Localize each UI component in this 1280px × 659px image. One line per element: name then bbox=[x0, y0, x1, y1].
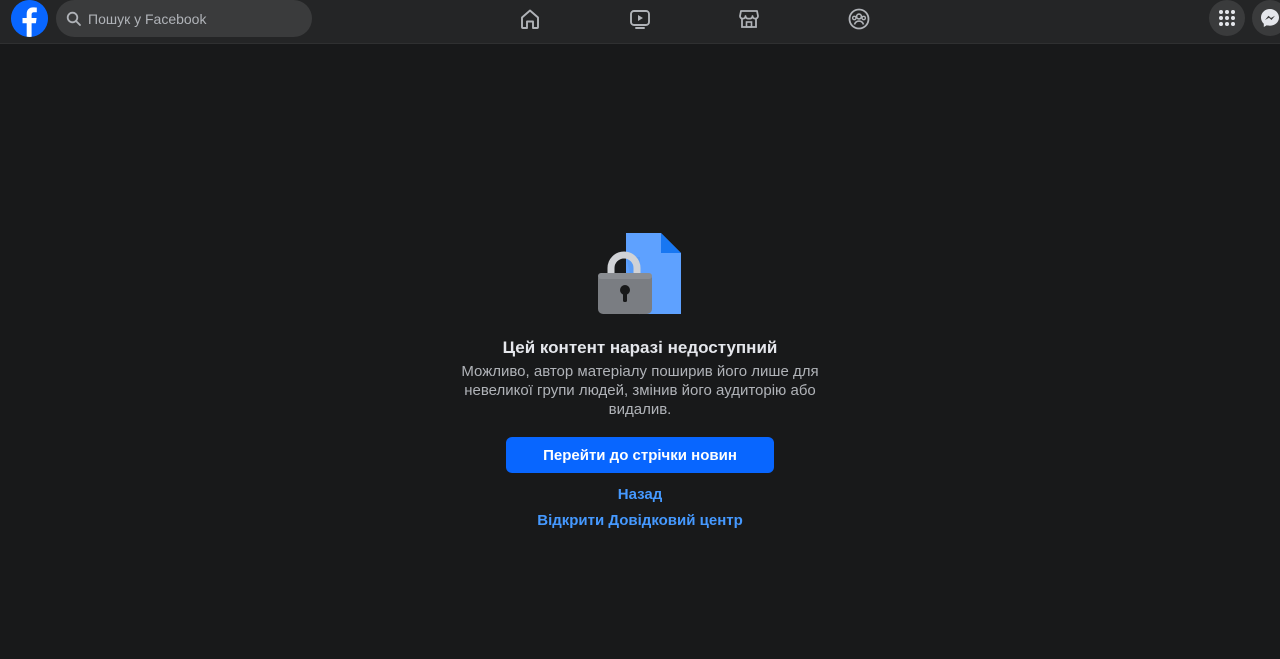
facebook-logo-icon[interactable] bbox=[11, 0, 48, 37]
page-title: Цей контент наразі недоступний bbox=[502, 338, 778, 357]
top-navigation-bar bbox=[0, 0, 1280, 44]
search-bar[interactable] bbox=[56, 0, 312, 37]
go-to-news-feed-button[interactable]: Перейти до стрічки новин bbox=[506, 437, 774, 473]
search-input[interactable] bbox=[88, 10, 288, 27]
menu-grid-icon[interactable] bbox=[1209, 0, 1245, 36]
search-icon bbox=[66, 11, 82, 27]
back-link[interactable]: Назад bbox=[618, 485, 662, 505]
video-icon[interactable] bbox=[627, 6, 653, 32]
description-text: Можливо, автор матеріалу поширив його ли… bbox=[461, 363, 819, 418]
help-center-link[interactable]: Відкрити Довідковий центр bbox=[537, 511, 743, 531]
home-icon[interactable] bbox=[517, 6, 543, 32]
messenger-icon[interactable] bbox=[1252, 0, 1280, 36]
locked-document-icon bbox=[597, 232, 683, 316]
groups-icon[interactable] bbox=[846, 6, 872, 32]
marketplace-icon[interactable] bbox=[736, 6, 762, 32]
content-unavailable-panel: Цей контент наразі недоступний Можливо, … bbox=[0, 232, 1280, 531]
